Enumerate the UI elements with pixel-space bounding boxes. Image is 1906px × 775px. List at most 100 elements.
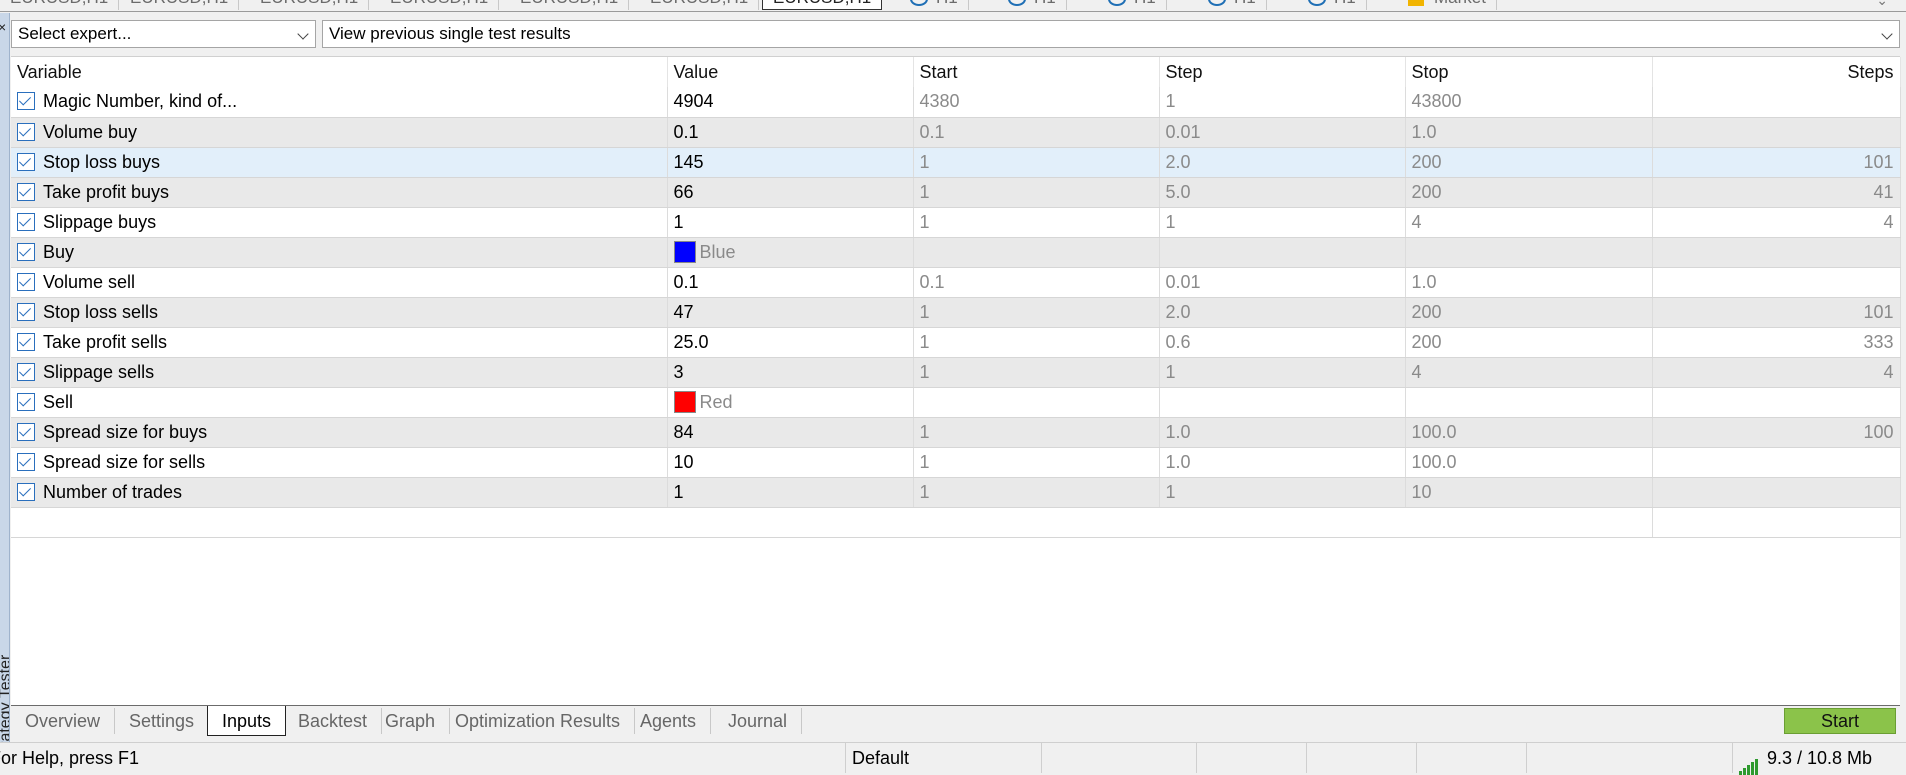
cell-start[interactable]: 1 [913,417,1160,448]
cell-stop[interactable] [1405,387,1653,418]
cell-start[interactable]: 1 [913,207,1160,238]
checkbox-icon[interactable] [17,452,35,471]
cell-steps[interactable]: 4 [1652,357,1901,388]
cell-stop[interactable]: 1.0 [1405,117,1653,148]
cell-start[interactable]: 1 [913,477,1160,508]
cell-start[interactable] [913,387,1160,418]
chart-tab[interactable]: EURUSD,H1 [380,0,500,10]
chart-tab[interactable]: H1 [1098,0,1167,10]
cell-step[interactable]: 0.01 [1159,267,1406,298]
cell-step[interactable]: 1 [1159,207,1406,238]
cell-step[interactable]: 0.01 [1159,117,1406,148]
cell-steps[interactable]: 4 [1652,207,1901,238]
cell-step[interactable]: 2.0 [1159,147,1406,178]
color-swatch[interactable] [673,241,696,263]
cell-value[interactable]: 84 [667,417,914,448]
checkbox-icon[interactable] [17,182,35,201]
checkbox-icon[interactable] [17,92,35,111]
tab-optimization-results[interactable]: Optimization Results [441,708,636,734]
cell-steps[interactable] [1652,267,1901,298]
table-row[interactable]: Spread size for buys 84 1 1.0 100.0 100 [11,417,1901,448]
expert-select[interactable]: Select expert... [11,20,316,48]
cell-value[interactable]: Blue [667,237,914,268]
cell-stop[interactable]: 1.0 [1405,267,1653,298]
chart-tab[interactable]: EURUSD,H1 [120,0,240,10]
cell-start[interactable] [913,237,1160,268]
cell-steps[interactable] [1652,117,1901,148]
cell-steps[interactable] [1652,237,1901,268]
chart-tab[interactable]: Market [1398,0,1497,10]
cell-value[interactable]: 66 [667,177,914,208]
cell-start[interactable]: 1 [913,327,1160,358]
table-row[interactable]: Sell Red [11,387,1901,418]
table-row[interactable]: Stop loss buys 145 1 2.0 200 101 [11,147,1901,178]
cell-steps[interactable]: 333 [1652,327,1901,358]
cell-step[interactable]: 0.6 [1159,327,1406,358]
checkbox-icon[interactable] [17,422,35,441]
cell-step[interactable]: 1.0 [1159,417,1406,448]
cell-stop[interactable]: 200 [1405,147,1653,178]
cell-variable[interactable]: Number of trades [11,477,668,508]
table-row[interactable]: Number of trades 1 1 1 10 [11,477,1901,508]
cell-variable[interactable]: Spread size for sells [11,447,668,478]
checkbox-icon[interactable] [17,242,35,261]
chart-tab[interactable]: EURUSD,H1 [640,0,760,10]
cell-step[interactable] [1159,237,1406,268]
header-stop[interactable]: Stop [1405,57,1653,87]
checkbox-icon[interactable] [17,212,35,231]
cell-value[interactable]: 1 [667,207,914,238]
cell-start[interactable]: 1 [913,297,1160,328]
cell-value[interactable]: 1 [667,477,914,508]
color-swatch[interactable] [673,391,696,413]
cell-stop[interactable]: 100.0 [1405,447,1653,478]
cell-variable[interactable]: Sell [11,387,668,418]
tab-backtest[interactable]: Backtest [284,708,383,734]
cell-stop[interactable]: 4 [1405,357,1653,388]
cell-step[interactable]: 1 [1159,87,1406,118]
table-row[interactable]: Stop loss sells 47 1 2.0 200 101 [11,297,1901,328]
cell-steps[interactable]: 41 [1652,177,1901,208]
chevron-down-icon[interactable]: ⌄ [1876,0,1888,9]
tab-graph[interactable]: Graph [371,708,451,734]
cell-stop[interactable]: 43800 [1405,87,1653,118]
cell-stop[interactable]: 200 [1405,327,1653,358]
cell-step[interactable]: 1.0 [1159,447,1406,478]
cell-start[interactable]: 1 [913,147,1160,178]
cell-start[interactable]: 4380 [913,87,1160,118]
cell-variable[interactable]: Stop loss sells [11,297,668,328]
cell-variable[interactable]: Buy [11,237,668,268]
chart-tab[interactable]: EURUSD,H1 [250,0,370,10]
tab-inputs[interactable]: Inputs [207,706,287,736]
cell-start[interactable]: 0.1 [913,267,1160,298]
cell-start[interactable]: 1 [913,177,1160,208]
cell-step[interactable]: 1 [1159,477,1406,508]
cell-steps[interactable] [1652,447,1901,478]
table-row[interactable]: Magic Number, kind of... 4904 4380 1 43800 [11,87,1901,118]
cell-value[interactable]: 4904 [667,87,914,118]
tab-settings[interactable]: Settings [115,708,210,734]
cell-start[interactable]: 0.1 [913,117,1160,148]
cell-variable[interactable]: Spread size for buys [11,417,668,448]
checkbox-icon[interactable] [17,302,35,321]
cell-stop[interactable]: 4 [1405,207,1653,238]
mode-select[interactable]: View previous single test results [322,20,1900,48]
checkbox-icon[interactable] [17,122,35,141]
cell-steps[interactable]: 101 [1652,297,1901,328]
header-variable[interactable]: Variable [11,57,668,87]
cell-value[interactable]: 145 [667,147,914,178]
start-button[interactable]: Start [1784,708,1896,734]
cell-value[interactable]: 0.1 [667,117,914,148]
checkbox-icon[interactable] [17,392,35,411]
checkbox-icon[interactable] [17,152,35,171]
cell-value[interactable]: Red [667,387,914,418]
cell-variable[interactable]: Volume buy [11,117,668,148]
chart-tab[interactable]: H1 [998,0,1067,10]
cell-steps[interactable] [1652,387,1901,418]
cell-step[interactable]: 1 [1159,357,1406,388]
tab-overview[interactable]: Overview [11,708,116,734]
status-profile[interactable]: Default [846,743,1042,773]
cell-variable[interactable]: Take profit buys [11,177,668,208]
cell-stop[interactable] [1405,237,1653,268]
cell-variable[interactable]: Magic Number, kind of... [11,87,668,118]
cell-variable[interactable]: Slippage buys [11,207,668,238]
